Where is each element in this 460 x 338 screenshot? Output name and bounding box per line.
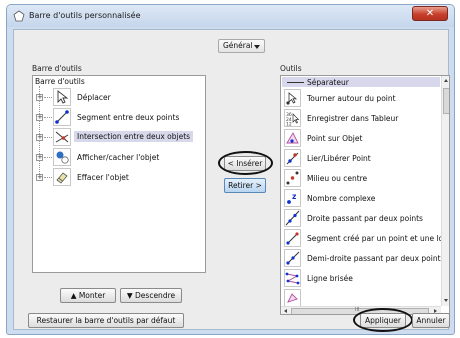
list-item[interactable]: Demi-droite passant par deux points — [282, 248, 444, 268]
tree-item-label: Segment entre deux points — [77, 113, 180, 122]
tool-label: Demi-droite passant par deux points — [307, 254, 445, 263]
right-section-label: Outils — [280, 64, 302, 73]
window-title: Barre d'outils personnalisée — [29, 11, 141, 20]
complex-number-icon: z — [284, 189, 301, 207]
list-item[interactable]: Point sur Objet — [282, 128, 440, 148]
move-down-button[interactable]: ▼ Descendre — [120, 288, 182, 303]
list-item-separator[interactable]: Séparateur — [282, 77, 440, 87]
eraser-icon — [53, 168, 71, 186]
tree-root-label: Barre d'outils — [35, 77, 85, 86]
scroll-down-icon[interactable] — [444, 299, 448, 302]
cursor-arrow-icon — [53, 88, 71, 106]
restore-default-button[interactable]: Restaurer la barre d'outils par défaut — [28, 313, 184, 328]
list-item[interactable]: Milieu ou centre — [282, 168, 440, 188]
chevron-down-icon — [254, 45, 260, 49]
dialog-body: Général Barre d'outils Outils Barre d'ou… — [13, 29, 450, 332]
expand-icon[interactable]: + — [36, 134, 43, 141]
tree-item-intersection[interactable]: + Intersection entre deux objets — [35, 128, 203, 148]
left-section-label: Barre d'outils — [32, 64, 82, 73]
intersection-icon — [53, 128, 71, 146]
scroll-left-icon[interactable] — [284, 309, 287, 313]
list-item[interactable]: Lier/Libérer Point — [282, 148, 440, 168]
tool-label: Nombre complexe — [307, 194, 376, 203]
toolbar-select[interactable]: Général — [218, 39, 265, 53]
expand-icon[interactable]: + — [36, 114, 43, 121]
toolbar-icon — [13, 10, 25, 22]
spreadsheet-record-icon: 36 24 12 — [284, 109, 301, 128]
vertical-scrollbar[interactable] — [441, 76, 449, 306]
vertical-scroll-thumb[interactable] — [443, 88, 449, 114]
rotate-icon — [284, 89, 301, 107]
list-item[interactable]: z Nombre complexe — [282, 188, 440, 208]
midpoint-icon — [284, 169, 301, 187]
tool-label: Segment créé par un point et une longueu… — [307, 234, 449, 243]
separator-line-icon — [287, 82, 304, 83]
cancel-button[interactable]: Annuler — [412, 313, 450, 328]
tool-label: Point sur Objet — [307, 134, 363, 143]
dialog-window: Barre d'outils personnalisée ✕ Général B… — [6, 4, 455, 335]
list-item[interactable]: Droite passant par deux points — [282, 208, 440, 228]
tree-item-label: Intersection entre deux objets — [74, 131, 194, 142]
line-icon — [284, 209, 301, 227]
point-on-object-icon — [284, 129, 301, 147]
list-item[interactable]: Segment créé par un point et une longueu… — [282, 228, 449, 248]
tool-label: Lier/Libérer Point — [307, 154, 371, 163]
ray-icon — [284, 249, 301, 267]
tool-label: Enregistrer dans Tableur — [307, 114, 399, 123]
tools-list[interactable]: Séparateur Tourner autour du point 36 24 1… — [280, 75, 450, 315]
tree-item-label: Afficher/cacher l'objet — [77, 153, 160, 162]
list-item[interactable]: 36 24 12 Enregistrer dans Tableur — [282, 108, 440, 128]
separator-label: Séparateur — [307, 78, 349, 87]
apply-highlight-ring — [353, 308, 413, 332]
insert-highlight-ring — [218, 151, 273, 175]
tree-item-label: Déplacer — [77, 93, 111, 102]
tree-item-show-hide[interactable]: + Afficher/cacher l'objet — [35, 148, 203, 168]
polygon-icon — [284, 289, 301, 307]
title-bar[interactable]: Barre d'outils personnalisée ✕ — [7, 5, 454, 27]
tree-item-segment[interactable]: + Segment entre deux points — [35, 108, 203, 128]
segment-length-icon — [284, 229, 301, 247]
close-icon: ✕ — [425, 8, 435, 19]
show-hide-icon — [53, 148, 71, 166]
tree-item-move[interactable]: + Déplacer — [35, 88, 203, 108]
list-item[interactable] — [282, 288, 440, 308]
tool-label: Tourner autour du point — [307, 94, 396, 103]
tool-label: Droite passant par deux points — [307, 214, 423, 223]
expand-icon[interactable]: + — [36, 94, 43, 101]
tree-item-label: Effacer l'objet — [77, 173, 129, 182]
segment-icon — [53, 108, 71, 126]
polyline-icon — [284, 269, 301, 287]
list-item[interactable]: Ligne brisée — [282, 268, 440, 288]
expand-icon[interactable]: + — [36, 154, 43, 161]
svg-text:12: 12 — [286, 122, 292, 127]
tool-label: Milieu ou centre — [307, 174, 368, 183]
toolbar-select-value: Général — [223, 41, 253, 50]
tree-item-eraser[interactable]: + Effacer l'objet — [35, 168, 203, 188]
tool-label: Ligne brisée — [307, 274, 353, 283]
close-button[interactable]: ✕ — [412, 6, 448, 21]
attach-detach-icon — [284, 149, 301, 167]
expand-icon[interactable]: + — [36, 174, 43, 181]
toolbar-tree[interactable]: Barre d'outils + Déplacer + Segment entr… — [32, 75, 206, 273]
move-up-button[interactable]: ▲ Monter — [60, 288, 116, 303]
scroll-up-icon[interactable] — [444, 79, 448, 82]
svg-text:z: z — [292, 192, 296, 201]
remove-button[interactable]: Retirer > — [224, 178, 266, 193]
list-item[interactable]: Tourner autour du point — [282, 88, 440, 108]
